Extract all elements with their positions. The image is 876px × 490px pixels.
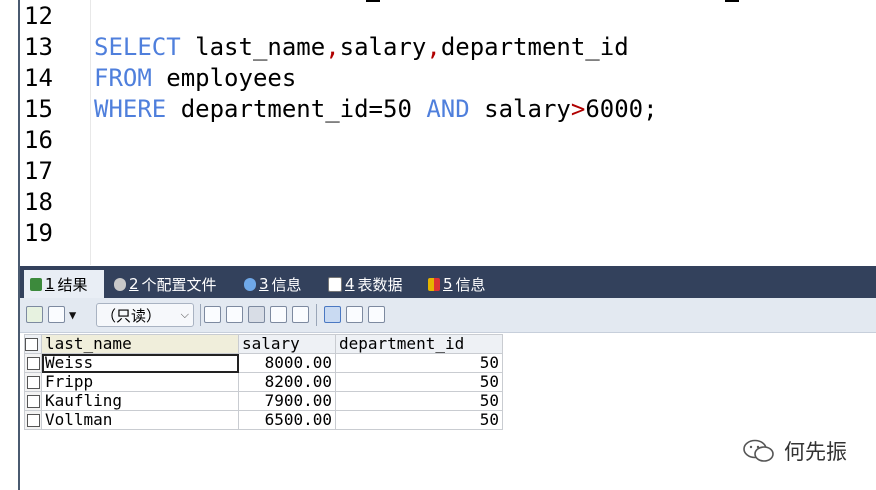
delete-icon[interactable]: [270, 306, 287, 323]
dropdown-arrow-icon[interactable]: ▼: [69, 308, 76, 322]
cell-last-name[interactable]: Kaufling: [41, 391, 239, 411]
code-text: employees: [151, 64, 297, 92]
table-row[interactable]: Vollman 6500.00 50: [24, 410, 503, 430]
grid-view-icon[interactable]: [324, 306, 341, 323]
tab-info[interactable]: 3 信息: [238, 270, 318, 298]
line-number: 12: [24, 2, 53, 30]
sql-keyword: FROM: [94, 64, 152, 92]
cell-salary[interactable]: 6500.00: [238, 410, 336, 430]
cell-salary[interactable]: 7900.00: [238, 391, 336, 411]
line-number: 13: [24, 33, 53, 61]
tab-results[interactable]: 1 结果: [24, 270, 104, 298]
line-number: 18: [24, 188, 53, 216]
code-comma: ,: [426, 33, 441, 61]
code-text: 6000;: [585, 95, 658, 123]
table-row[interactable]: Kaufling 7900.00 50: [24, 391, 503, 411]
line-number: 14: [24, 64, 53, 92]
profile-icon: [114, 277, 126, 291]
cell-department-id[interactable]: 50: [335, 391, 503, 411]
row-checkbox[interactable]: [24, 410, 42, 430]
table-row[interactable]: Weiss 8000.00 50: [24, 353, 503, 373]
toolbar-divider: [200, 304, 201, 326]
line-number: 16: [24, 126, 53, 154]
tab-profiles[interactable]: 2 个配置文件: [108, 270, 234, 298]
left-edge-strip: [0, 0, 20, 490]
cell-last-name[interactable]: Weiss: [41, 353, 239, 373]
row-checkbox[interactable]: [24, 391, 42, 411]
cutoff-text-fragment: [725, 0, 739, 2]
watermark-text: 何先振: [784, 440, 847, 464]
line-number: 17: [24, 157, 53, 185]
text-view-icon[interactable]: [368, 306, 385, 323]
info-icon: [244, 277, 256, 291]
tab-label: 结果: [57, 275, 88, 294]
export-icon[interactable]: [26, 306, 43, 323]
code-text: department_id: [440, 33, 629, 61]
grid-header-row: last_name salary department_id: [24, 334, 503, 354]
messages-icon: [428, 277, 440, 291]
table-icon: [328, 276, 342, 292]
result-tab-bar: 1 结果 2 个配置文件 3 信息 4 表数据 5 信息: [20, 266, 876, 298]
toolbar-divider: [316, 304, 317, 326]
code-text: salary: [469, 95, 571, 123]
cell-department-id[interactable]: 50: [335, 372, 503, 392]
chevron-down-icon: ⌵: [180, 308, 189, 321]
table-row[interactable]: Fripp 8200.00 50: [24, 372, 503, 392]
code-text: salary: [339, 33, 427, 61]
cell-last-name[interactable]: Fripp: [41, 372, 239, 392]
tab-table-data[interactable]: 4 表数据: [322, 270, 418, 298]
row-checkbox[interactable]: [24, 353, 42, 373]
line-number-gutter: 12 13 14 15 16 17 18 19: [20, 0, 91, 265]
sql-keyword: WHERE: [94, 95, 167, 123]
save-icon[interactable]: [248, 306, 265, 323]
sql-keyword: AND: [426, 95, 470, 123]
duplicate-row-icon[interactable]: [226, 306, 243, 323]
cell-department-id[interactable]: 50: [335, 410, 503, 430]
readonly-label: （只读）: [101, 306, 162, 325]
column-header[interactable]: last_name: [41, 334, 239, 354]
code-text: department_id=50: [166, 95, 427, 123]
line-number: 15: [24, 95, 53, 123]
sql-keyword: SELECT: [94, 33, 181, 61]
tab-label: 信息: [455, 275, 486, 294]
row-checkbox[interactable]: [24, 372, 42, 392]
code-line-from[interactable]: FROM employees: [94, 63, 296, 94]
import-icon[interactable]: [48, 306, 65, 323]
cutoff-text-fragment: [366, 0, 380, 2]
tab-number: 4: [345, 275, 355, 293]
cell-salary[interactable]: 8200.00: [238, 372, 336, 392]
result-grid: last_name salary department_id Weiss 800…: [24, 334, 503, 430]
cancel-changes-icon[interactable]: [292, 306, 309, 323]
sql-editor[interactable]: 12 13 14 15 16 17 18 19 SELECT last_name…: [20, 0, 876, 265]
tab-info-2[interactable]: 5 信息: [422, 270, 502, 298]
tab-number: 1: [45, 275, 55, 293]
column-header[interactable]: salary: [238, 334, 336, 354]
result-grid-area: last_name salary department_id Weiss 800…: [20, 333, 876, 490]
tab-number: 5: [443, 275, 453, 293]
column-header[interactable]: department_id: [335, 334, 503, 354]
readonly-select[interactable]: （只读） ⌵: [96, 303, 194, 327]
cell-department-id[interactable]: 50: [335, 353, 503, 373]
code-text: last_name: [180, 33, 326, 61]
tab-label: 表数据: [357, 275, 403, 294]
tab-number: 2: [129, 275, 139, 293]
code-line-select[interactable]: SELECT last_name,salary,department_id: [94, 32, 629, 63]
watermark: 何先振: [742, 436, 847, 466]
form-view-icon[interactable]: [346, 306, 363, 323]
code-operator: >: [570, 95, 586, 123]
tab-label: 个配置文件: [141, 275, 217, 294]
tab-label: 信息: [271, 275, 302, 294]
cell-salary[interactable]: 8000.00: [238, 353, 336, 373]
tab-number: 3: [259, 275, 269, 293]
add-row-icon[interactable]: [204, 306, 221, 323]
select-all-checkbox[interactable]: [24, 334, 42, 354]
result-toolbar: ▼ （只读） ⌵: [20, 298, 876, 333]
wechat-icon: [743, 439, 774, 462]
line-number: 19: [24, 219, 53, 247]
cell-last-name[interactable]: Vollman: [41, 410, 239, 430]
results-grid-icon: [30, 277, 42, 291]
code-line-where[interactable]: WHERE department_id=50 AND salary>6000;: [94, 94, 658, 125]
code-comma: ,: [325, 33, 340, 61]
